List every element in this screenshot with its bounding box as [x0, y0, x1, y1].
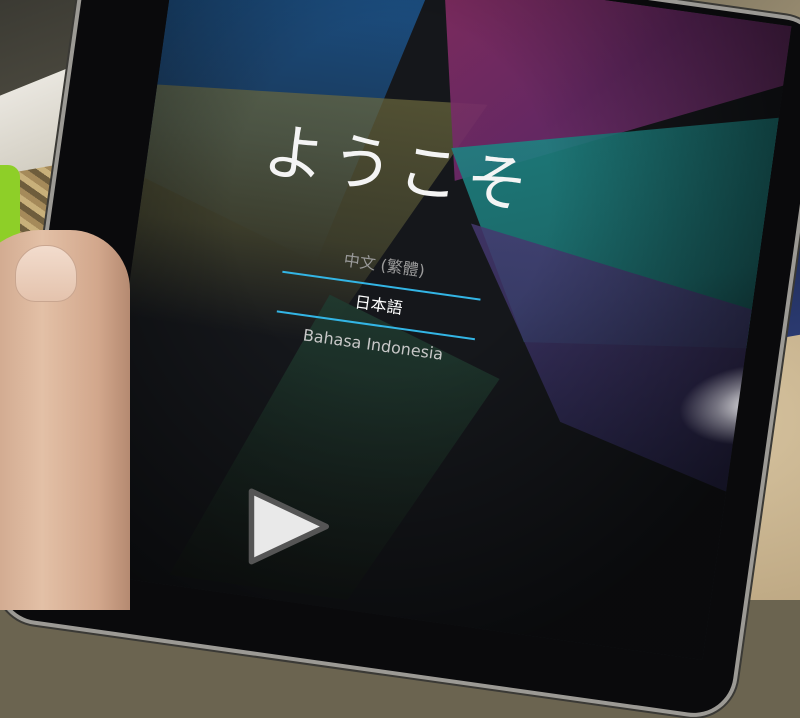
play-triangle-icon — [248, 488, 330, 565]
next-button[interactable] — [233, 466, 343, 576]
tablet-screen: ようこそ 中文 (繁體) 日本語 Bahasa Indonesia — [88, 0, 792, 661]
thumb-nail — [15, 245, 77, 302]
